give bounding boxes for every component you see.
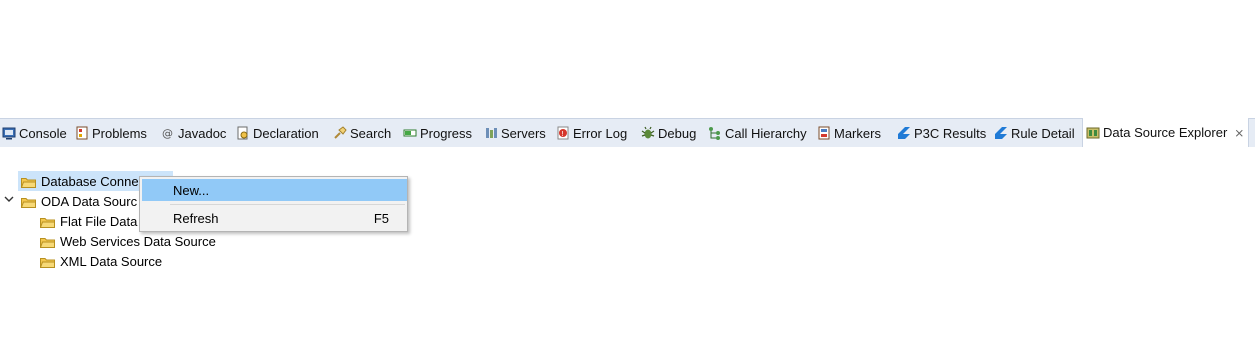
tab-label: Error Log <box>573 125 628 141</box>
tab-declaration[interactable]: Declaration <box>236 119 319 147</box>
tab-label: P3C Results <box>914 125 987 141</box>
chevron-down-icon[interactable] <box>4 194 14 207</box>
tab-label: Data Source Explorer <box>1103 125 1228 140</box>
tab-servers[interactable]: Servers <box>484 119 546 147</box>
call-hierarchy-icon <box>708 126 722 140</box>
tab-p3c-results[interactable]: P3C Results <box>897 119 986 147</box>
tree-item-xml[interactable]: XML Data Source <box>39 251 163 271</box>
context-menu: New... Refresh F5 <box>139 176 408 232</box>
tree-item-oda-data-sources[interactable]: ODA Data Sourc <box>18 191 137 211</box>
menu-item-new[interactable]: New... <box>142 179 407 201</box>
declaration-icon <box>236 126 250 140</box>
tab-debug[interactable]: Debug <box>641 119 696 147</box>
tab-search[interactable]: Search <box>333 119 391 147</box>
tab-label: Declaration <box>253 125 319 141</box>
rule-detail-icon <box>994 126 1008 140</box>
folder-icon <box>20 176 36 188</box>
data-source-explorer-icon <box>1086 126 1100 140</box>
svg-text:@: @ <box>162 127 173 140</box>
tab-label: Search <box>350 125 392 141</box>
tab-problems[interactable]: Problems <box>75 119 147 147</box>
view-tab-bar: Console Problems @ Javadoc Declaration S… <box>0 118 1255 147</box>
p3c-results-icon <box>897 126 911 140</box>
tab-console[interactable]: Console <box>2 119 67 147</box>
markers-icon <box>817 126 831 140</box>
progress-icon <box>403 126 417 140</box>
tab-javadoc[interactable]: @ Javadoc <box>161 119 226 147</box>
tab-markers[interactable]: Markers <box>817 119 881 147</box>
folder-icon <box>39 256 55 268</box>
menu-item-shortcut: F5 <box>373 210 389 226</box>
tab-label: Progress <box>420 125 473 141</box>
search-icon <box>333 126 347 140</box>
javadoc-icon: @ <box>161 126 175 140</box>
problems-icon <box>75 126 89 140</box>
debug-icon <box>641 126 655 140</box>
tab-call-hierarchy[interactable]: Call Hierarchy <box>708 119 807 147</box>
tree-item-label: Web Services Data Source <box>60 233 216 249</box>
servers-icon <box>484 126 498 140</box>
tree-item-label: Database Conne <box>41 173 139 189</box>
menu-item-label: Refresh <box>173 210 219 226</box>
tab-label: Rule Detail <box>1011 125 1075 141</box>
tab-error-log[interactable]: ! Error Log <box>556 119 627 147</box>
folder-icon <box>39 216 55 228</box>
eclipse-window: Console Problems @ Javadoc Declaration S… <box>0 0 1255 344</box>
tree-item-label: XML Data Source <box>60 253 163 269</box>
close-icon[interactable]: ⨯ <box>1234 126 1244 140</box>
tab-label: Javadoc <box>178 125 227 141</box>
folder-icon <box>39 236 55 248</box>
tree-item-label: Flat File Data <box>60 213 138 229</box>
tab-label: Servers <box>501 125 546 141</box>
tab-label: Problems <box>92 125 147 141</box>
tab-progress[interactable]: Progress <box>403 119 472 147</box>
tab-label: Console <box>19 125 67 141</box>
console-icon <box>2 126 16 140</box>
tree-item-label: ODA Data Sourc <box>41 193 138 209</box>
tab-label: Call Hierarchy <box>725 125 807 141</box>
tab-rule-detail[interactable]: Rule Detail <box>994 119 1075 147</box>
tree-item-flat-file[interactable]: Flat File Data <box>39 211 138 231</box>
tab-label: Markers <box>834 125 881 141</box>
menu-item-label: New... <box>173 182 210 198</box>
error-log-icon: ! <box>556 126 570 140</box>
menu-item-refresh[interactable]: Refresh F5 <box>142 207 407 229</box>
tab-data-source-explorer[interactable]: Data Source Explorer ⨯ <box>1082 118 1250 147</box>
tree-item-web-services[interactable]: Web Services Data Source <box>39 231 216 251</box>
tab-label: Debug <box>658 125 697 141</box>
menu-separator <box>170 204 405 205</box>
svg-text:!: ! <box>561 130 564 138</box>
folder-icon <box>20 196 36 208</box>
